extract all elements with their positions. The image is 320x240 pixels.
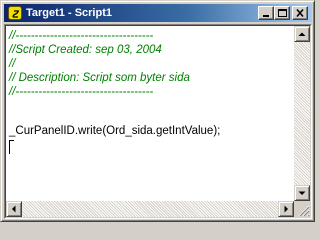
code-line-5: //------------------------------------ — [9, 86, 154, 98]
size-grip-icon — [298, 205, 310, 217]
code-line-2: //Script Created: sep 03, 2004 — [9, 44, 162, 56]
script-app-icon[interactable] — [8, 6, 22, 20]
minimize-button[interactable] — [258, 6, 274, 20]
maximize-button[interactable] — [274, 6, 290, 20]
code-line-7: _CurPanelID.write(Ord_sida.getIntValue); — [9, 125, 221, 137]
scroll-right-button[interactable] — [278, 201, 294, 217]
code-line-4: // Description: Script som byter sida — [9, 72, 190, 84]
arrow-up-icon — [298, 32, 306, 36]
scroll-left-button[interactable] — [6, 201, 22, 217]
code-line-1: //------------------------------------ — [9, 30, 154, 42]
arrow-down-icon — [298, 191, 306, 195]
vertical-scrollbar[interactable] — [294, 26, 310, 201]
window-title: Target1 - Script1 — [26, 7, 112, 19]
horizontal-scrollbar[interactable] — [6, 201, 294, 217]
script-editor-window: Target1 - Script1 //--------------------… — [0, 0, 315, 222]
arrow-right-icon — [284, 205, 288, 213]
script-text-editor[interactable]: //------------------------------------ /… — [6, 26, 294, 201]
client-area: //------------------------------------ /… — [4, 24, 312, 219]
size-grip[interactable] — [294, 201, 310, 217]
arrow-left-icon — [12, 205, 16, 213]
title-bar[interactable]: Target1 - Script1 — [4, 4, 312, 22]
code-line-3: // — [9, 58, 16, 70]
close-button[interactable] — [292, 6, 308, 20]
scroll-up-button[interactable] — [294, 26, 310, 42]
scroll-down-button[interactable] — [294, 185, 310, 201]
maximize-icon — [278, 9, 287, 17]
minimize-icon — [263, 15, 269, 17]
close-icon — [296, 8, 304, 18]
text-caret — [9, 140, 10, 154]
